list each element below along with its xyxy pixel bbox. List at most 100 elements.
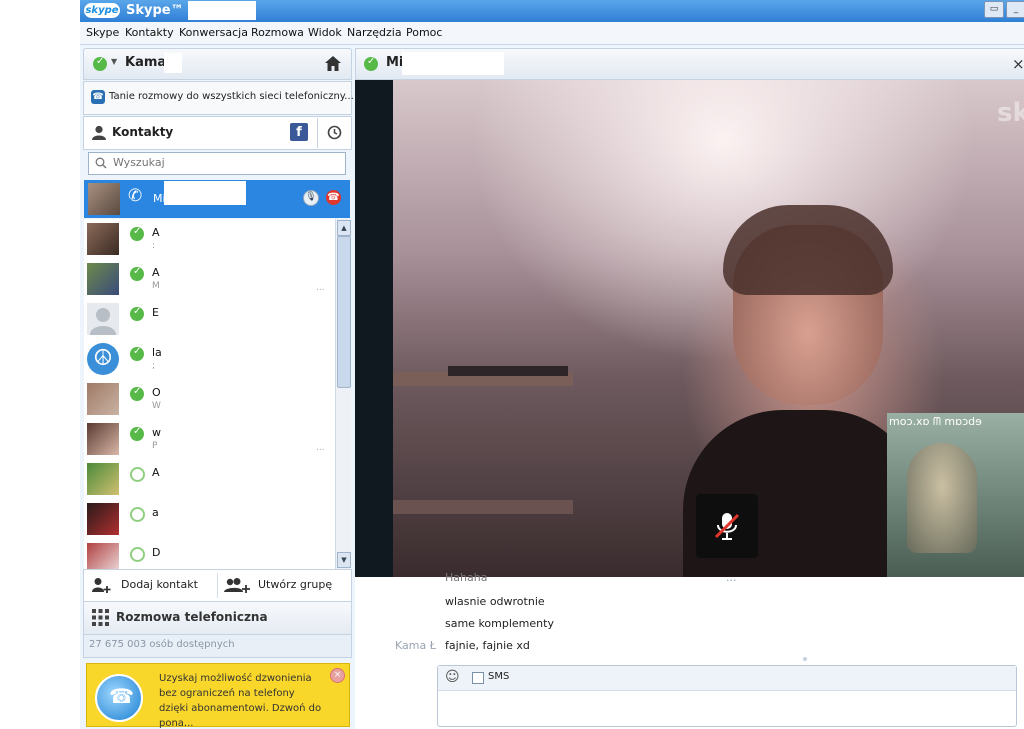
list-item[interactable]: A : (84, 219, 335, 259)
resize-handle[interactable] (803, 657, 807, 661)
contact-list-scrollbar[interactable]: ▲ ▼ (335, 219, 351, 569)
video-call-area: sk moɔ.xɒ ᗰ mɒɔdɘ (355, 80, 1024, 577)
online-status-icon (130, 386, 144, 401)
message-input-box[interactable]: ☺ SMS (437, 665, 1017, 727)
list-item[interactable]: w P ... (84, 419, 335, 459)
profile-name-redaction (164, 53, 182, 73)
online-status-icon[interactable] (93, 56, 107, 71)
menu-skype[interactable]: Skype (86, 26, 119, 39)
menu-kontakty[interactable]: Kontakty (125, 26, 174, 39)
list-item[interactable]: ☮ la ; (84, 339, 335, 379)
create-group-button[interactable]: Utwórz grupę (218, 570, 351, 601)
globe-phone-icon: ☎ (95, 674, 143, 722)
skype-window: skype Skype™ - ▭ _ Skype Kontakty Konwer… (80, 0, 1024, 729)
online-status-icon (130, 266, 144, 281)
pip-watermark: moɔ.xɒ ᗰ mɒɔdɘ (889, 415, 982, 428)
avatar (87, 503, 119, 535)
search-icon (95, 157, 107, 169)
selected-contact-row[interactable]: ✆ Mi 🎙 ☎ (84, 180, 350, 218)
close-conversation-icon[interactable]: × (1012, 55, 1024, 73)
chat-message: wlasnie odwrotnie (445, 595, 545, 608)
home-icon[interactable] (324, 55, 342, 72)
search-input[interactable] (113, 155, 339, 170)
message-input[interactable] (442, 693, 1014, 725)
contact-list: A : A M ... E ☮ la ; O W (84, 219, 335, 569)
contact-name: A (152, 466, 160, 479)
peace-avatar-icon: ☮ (87, 343, 119, 375)
sms-checkbox[interactable] (472, 672, 484, 684)
chat-message: fajnie, fajnie xd (445, 639, 530, 652)
menu-widok[interactable]: Widok (308, 26, 342, 39)
profile-bar[interactable]: ▼ Kama (83, 48, 352, 80)
online-status-icon (130, 306, 144, 321)
mic-status-icon[interactable]: 🎙 (303, 190, 319, 206)
clock-icon (327, 125, 342, 140)
profile-name: Kama (125, 55, 167, 70)
skype-logo-icon: skype (84, 3, 120, 18)
chat-message: Hahaha (445, 571, 488, 584)
list-item[interactable]: a (84, 499, 335, 539)
facebook-icon[interactable]: f (290, 123, 308, 141)
chat-history: Hahaha ... wlasnie odwrotnie same komple… (355, 571, 1024, 729)
add-contact-button[interactable]: Dodaj kontakt (84, 570, 217, 601)
contact-mood: P (152, 441, 158, 451)
contact-mood: M (152, 281, 160, 291)
contact-mood: : (152, 241, 156, 251)
scroll-down-icon[interactable]: ▼ (337, 552, 351, 568)
menu-narzedzia[interactable]: Narzędzia (347, 26, 402, 39)
scroll-up-icon[interactable]: ▲ (337, 220, 351, 236)
avatar (87, 383, 119, 415)
mute-button[interactable] (696, 494, 758, 558)
scrollbar-thumb[interactable] (337, 236, 351, 388)
menu-pomoc[interactable]: Pomoc (406, 26, 442, 39)
title-redaction (188, 1, 256, 20)
menu-konwersacja[interactable]: Konwersacja (179, 26, 248, 39)
call-handset-icon: ✆ (128, 186, 143, 206)
emoticon-icon[interactable]: ☺ (445, 669, 460, 685)
online-status-icon (364, 56, 378, 71)
list-item[interactable]: A (84, 459, 335, 499)
minimize-button[interactable]: _ (1006, 1, 1024, 18)
list-item[interactable]: O W (84, 379, 335, 419)
video-shelf-items (448, 366, 568, 376)
online-count-bar: 27 675 003 osób dostępnych (83, 634, 352, 658)
avatar (87, 423, 119, 455)
restore-button[interactable]: ▭ (984, 1, 1004, 18)
dialpad-icon (92, 609, 109, 626)
contact-mood: ; (152, 361, 156, 371)
contacts-title: Kontakty (112, 125, 174, 139)
window-title: Skype™ - (126, 3, 194, 18)
avatar (88, 183, 120, 215)
history-tab[interactable] (317, 118, 351, 148)
list-item[interactable]: E (84, 299, 335, 339)
self-video-preview: moɔ.xɒ ᗰ mɒɔdɘ (887, 413, 1024, 577)
contact-name-redaction (164, 181, 246, 205)
conversation-contact-name: Mi (386, 55, 404, 70)
offline-status-icon (130, 507, 145, 522)
video-shelf (393, 500, 573, 514)
close-ad-icon[interactable]: × (330, 668, 345, 683)
input-toolbar: ☺ SMS (438, 666, 1016, 691)
promo-text[interactable]: Tanie rozmowy do wszystkich sieci telefo… (109, 91, 354, 102)
avatar (87, 223, 119, 255)
avatar (87, 463, 119, 495)
list-item[interactable]: A M ... (84, 259, 335, 299)
hang-up-icon[interactable]: ☎ (326, 190, 341, 205)
menu-rozmowa[interactable]: Rozmowa (251, 26, 304, 39)
status-dropdown-icon[interactable]: ▼ (111, 57, 117, 66)
chat-author: Kama Ł (395, 639, 436, 652)
online-count-text: 27 675 003 osób dostępnych (89, 639, 235, 650)
user-icon (92, 125, 106, 140)
online-status-icon (130, 226, 144, 241)
ad-box[interactable]: ☎ Uzyskaj możliwość dzwonienia bez ogran… (86, 663, 350, 729)
title-bar: skype Skype™ - ▭ _ (80, 0, 1024, 22)
list-item[interactable]: D (84, 539, 335, 569)
add-user-icon (92, 578, 111, 593)
remote-video-feed: sk moɔ.xɒ ᗰ mɒɔdɘ (393, 80, 1024, 577)
avatar (87, 263, 119, 295)
phone-call-button[interactable]: Rozmowa telefoniczna (83, 601, 352, 635)
search-box[interactable] (88, 152, 346, 175)
online-status-icon (130, 426, 144, 441)
add-contact-label: Dodaj kontakt (121, 578, 198, 591)
promo-bar[interactable]: ☎ Tanie rozmowy do wszystkich sieci tele… (83, 81, 354, 115)
